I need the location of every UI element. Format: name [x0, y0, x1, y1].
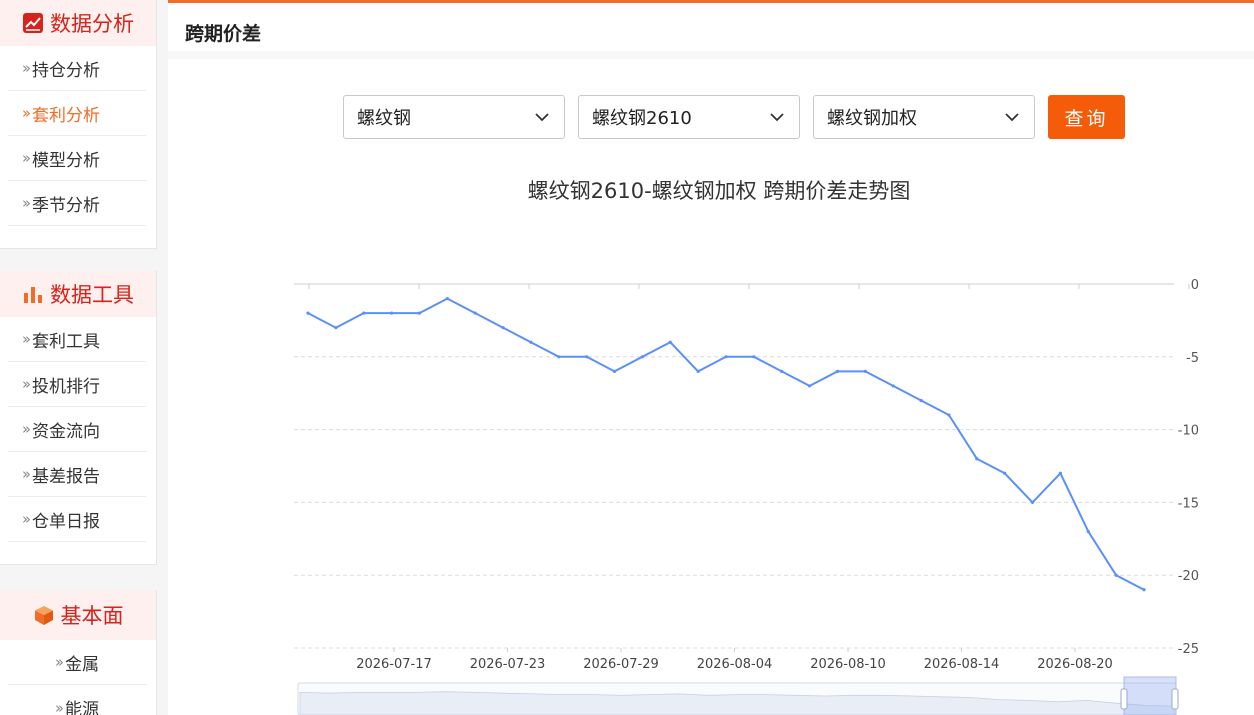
sidebar-item-seasonal-analysis[interactable]: ›› 季节分析 [8, 181, 146, 226]
sidebar-item-energy[interactable]: ›› 能源 [8, 685, 146, 715]
sidebar-item-arbitrage-tool[interactable]: ›› 套利工具 [8, 317, 146, 362]
series-line [307, 297, 1145, 591]
data-point [1114, 573, 1118, 577]
data-point [1030, 500, 1035, 504]
sidebar-item-label: 模型分析 [32, 150, 100, 171]
sidebar-item-position-analysis[interactable]: ›› 持仓分析 [8, 46, 146, 91]
sidebar-section-tools: 数据工具 ›› 套利工具 ›› 投机排行 ›› 资金流向 ›› 基差报告 ›› 仓单日报 [0, 271, 157, 565]
data-point [696, 369, 700, 373]
chart-card: 螺纹钢 螺纹钢2610 螺纹钢加权 查询 螺纹钢2610-螺纹钢加权 跨期价差走… [184, 59, 1254, 715]
y-tick-label: -10 [1178, 424, 1199, 439]
sidebar-header-label: 基本面 [60, 604, 124, 628]
data-point [1142, 588, 1146, 592]
x-tick-label: 2026-08-10 [810, 657, 886, 672]
data-point [919, 398, 923, 403]
data-point [752, 355, 756, 359]
double-chevron-right-icon: ›› [55, 698, 64, 715]
sidebar-item-label: 仓单日报 [32, 511, 100, 532]
sidebar-section-analysis: 数据分析 ›› 持仓分析 ›› 套利分析 ›› 模型分析 ›› 季节分析 [0, 0, 157, 249]
data-point [1003, 471, 1007, 475]
data-point [529, 340, 533, 344]
sidebar-item-metals[interactable]: ›› 金属 [8, 640, 146, 685]
cube-icon [33, 604, 55, 626]
double-chevron-right-icon: ›› [22, 59, 31, 77]
sidebar-item-label: 金属 [65, 654, 99, 675]
data-point [947, 413, 951, 417]
double-chevron-right-icon: ›› [22, 420, 31, 438]
data-point [724, 355, 728, 359]
sidebar: 数据分析 ›› 持仓分析 ›› 套利分析 ›› 模型分析 ›› 季节分析 数据工具 ››… [0, 0, 168, 715]
page-title: 跨期价差 [185, 23, 262, 45]
zoom-selected-range [1123, 676, 1177, 715]
sidebar-item-arbitrage-analysis[interactable]: ›› 套利分析 [8, 91, 146, 136]
sidebar-header-label: 数据工具 [50, 283, 134, 307]
sidebar-header-label: 数据分析 [50, 12, 134, 36]
data-point [668, 340, 672, 344]
y-tick-label: 0 [1191, 278, 1199, 293]
data-point [334, 326, 338, 330]
data-point [1086, 529, 1090, 534]
data-point [473, 311, 477, 315]
y-tick-label: -5 [1186, 351, 1199, 366]
sidebar-item-label: 季节分析 [32, 195, 100, 216]
sidebar-item-label: 持仓分析 [32, 60, 100, 81]
main-content: 跨期价差 螺纹钢 螺纹钢2610 螺纹钢加权 查询 螺纹钢2610-螺纹钢加权 … [168, 0, 1254, 715]
double-chevron-right-icon: ›› [22, 104, 31, 122]
data-point [835, 369, 840, 373]
data-point [891, 384, 895, 388]
trend-chart-icon [22, 12, 44, 34]
data-point [362, 311, 366, 315]
data-point [417, 311, 422, 315]
data-point [501, 326, 505, 330]
sidebar-item-model-analysis[interactable]: ›› 模型分析 [8, 136, 146, 181]
data-point [445, 296, 449, 301]
double-chevron-right-icon: ›› [22, 330, 31, 348]
sidebar-item-label: 投机排行 [32, 376, 100, 397]
data-point [975, 457, 979, 461]
data-point [390, 311, 394, 315]
sidebar-item-warehouse-daily[interactable]: ›› 仓单日报 [8, 497, 146, 542]
sidebar-header-analysis[interactable]: 数据分析 [0, 0, 156, 46]
divider [168, 51, 1254, 59]
x-tick-label: 2026-07-23 [470, 657, 546, 672]
y-tick-label: -25 [1178, 642, 1199, 657]
double-chevron-right-icon: ›› [55, 653, 64, 671]
sidebar-header-tools[interactable]: 数据工具 [0, 271, 156, 317]
sidebar-item-label: 套利分析 [32, 105, 100, 126]
sidebar-item-label: 能源 [65, 700, 99, 715]
x-tick-label: 2026-08-20 [1037, 657, 1113, 672]
sidebar-item-label: 资金流向 [32, 421, 100, 442]
sidebar-item-label: 套利工具 [32, 331, 100, 352]
bar-chart-icon [22, 283, 44, 305]
sidebar-section-fundamentals: 基本面 ›› 金属 ›› 能源 [0, 590, 157, 715]
zoom-handle-right[interactable] [1171, 688, 1179, 710]
x-tick-label: 2026-08-04 [697, 657, 773, 672]
y-tick-label: -15 [1178, 496, 1199, 511]
x-tick-label: 2026-07-29 [583, 657, 659, 672]
data-point [863, 369, 867, 373]
data-point [1058, 471, 1062, 475]
data-point [585, 355, 589, 359]
double-chevron-right-icon: ›› [22, 194, 31, 212]
double-chevron-right-icon: ›› [22, 375, 31, 393]
data-point [780, 369, 784, 373]
sidebar-item-speculation-rank[interactable]: ›› 投机排行 [8, 362, 146, 407]
data-point [612, 369, 617, 373]
sidebar-item-label: 基差报告 [32, 466, 100, 487]
y-tick-label: -20 [1178, 569, 1199, 584]
data-point [306, 311, 310, 315]
sidebar-item-basis-report[interactable]: ›› 基差报告 [8, 452, 146, 497]
double-chevron-right-icon: ›› [22, 510, 31, 528]
spread-line-chart: 0 -5 -10 -15 -20 -25 2026-07-17 2026-07-23 2026-… [294, 278, 1199, 715]
double-chevron-right-icon: ›› [22, 465, 31, 483]
sidebar-item-fund-flow[interactable]: ›› 资金流向 [8, 407, 146, 452]
data-point [557, 355, 561, 359]
x-tick-label: 2026-07-17 [356, 657, 432, 672]
sidebar-header-fundamentals[interactable]: 基本面 [0, 590, 156, 640]
data-point [808, 384, 812, 388]
zoom-handle-left[interactable] [1120, 688, 1128, 710]
x-tick-label: 2026-08-14 [924, 657, 1000, 672]
double-chevron-right-icon: ›› [22, 149, 31, 167]
data-point [640, 355, 644, 359]
